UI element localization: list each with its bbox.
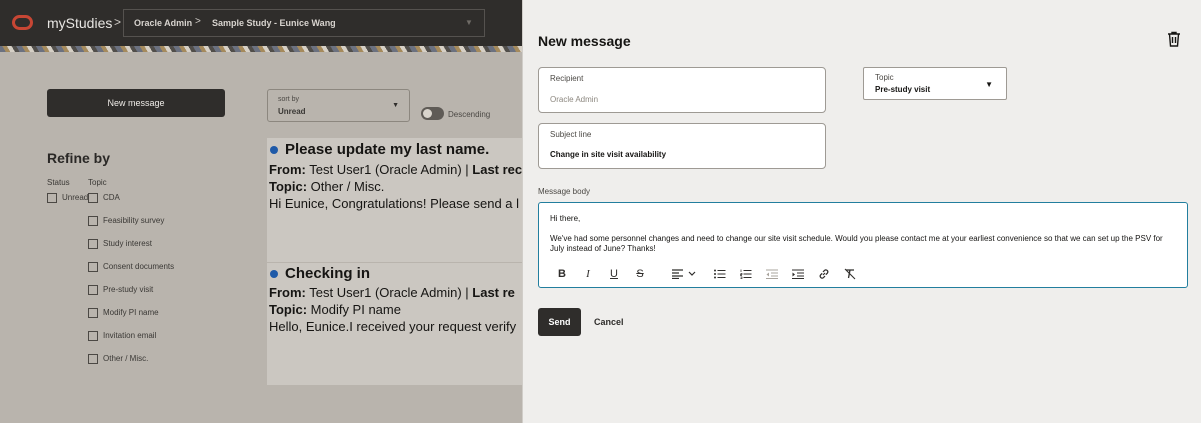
drawer-title: New message [538,33,631,49]
topic-option-label: Consent documents [103,262,175,271]
underline-icon[interactable]: U [607,266,621,282]
topic-heading: Topic [88,178,107,187]
message-title: Checking in [285,265,371,282]
topic-checkbox[interactable] [88,308,98,318]
message-preview: Hello, Eunice.I received your request ve… [269,319,517,334]
sort-by-value: Unread [278,107,306,116]
unread-dot-icon [270,270,278,278]
subject-line-field[interactable]: Subject line Change in site visit availa… [538,123,826,169]
status-unread-label: Unread [62,193,89,202]
message-card[interactable]: Checking in From: Test User1 (Oracle Adm… [267,263,522,385]
trash-icon[interactable] [1167,31,1181,47]
refine-by-heading: Refine by [47,150,111,166]
outdent-icon[interactable] [765,266,779,282]
breadcrumb-chevron-icon: > [195,16,201,27]
chevron-down-icon[interactable]: ▼ [465,18,473,27]
recipient-label: Recipient [550,74,584,83]
recipient-value: Oracle Admin [550,95,599,104]
message-from: From: Test User1 (Oracle Admin) | Last r… [269,285,515,300]
chevron-down-icon [688,271,696,276]
align-left-icon [672,269,683,279]
status-heading: Status [47,178,70,187]
sort-by-select[interactable]: sort by Unread ▼ [267,89,410,122]
breadcrumb-item-study[interactable]: Sample Study - Eunice Wang [212,18,336,28]
numbered-list-icon[interactable] [739,266,753,282]
breadcrumb-item-org[interactable]: Oracle Admin [134,18,192,28]
new-message-button[interactable]: New message [47,89,225,117]
formatting-toolbar: B I U S [555,265,857,283]
sort-by-label: sort by [278,96,300,103]
topic-select[interactable]: Topic Pre-study visit ▼ [863,67,1007,100]
app-title[interactable]: myStudies [47,15,112,31]
subject-label: Subject line [550,130,592,139]
send-button[interactable]: Send [538,308,581,336]
topic-checkbox[interactable] [88,193,98,203]
topic-option-label: CDA [103,193,120,202]
topic-option-label: Invitation email [103,331,157,340]
cancel-button[interactable]: Cancel [594,317,624,327]
topic-checkbox[interactable] [88,354,98,364]
breadcrumb-chevron-icon: > [114,15,122,29]
topic-value: Pre-study visit [875,85,931,94]
new-message-drawer: New message Recipient Oracle Admin Topic… [522,0,1201,423]
subject-value: Change in site visit availability [550,150,667,159]
descending-label: Descending [448,110,491,119]
message-preview: Hi Eunice, Congratulations! Please send … [269,196,520,211]
topic-option-label: Other / Misc. [103,354,149,363]
topic-option-label: Pre-study visit [103,285,154,294]
message-body-label: Message body [538,187,591,196]
oracle-logo-icon[interactable] [12,15,33,30]
link-icon[interactable] [817,266,831,282]
bullet-list-icon[interactable] [713,266,727,282]
unread-dot-icon [270,146,278,154]
status-unread-checkbox[interactable] [47,193,57,203]
topic-checkbox[interactable] [88,239,98,249]
message-title: Please update my last name. [285,141,490,158]
topic-option-label: Modify PI name [103,308,159,317]
topic-checkbox[interactable] [88,331,98,341]
recipient-field[interactable]: Recipient Oracle Admin [538,67,826,113]
message-topic: Topic: Other / Misc. [269,179,385,194]
bold-icon[interactable]: B [555,266,569,282]
topic-label: Topic [875,73,894,82]
topic-option-label: Feasibility survey [103,216,165,225]
strikethrough-icon[interactable]: S [633,266,647,282]
chevron-down-icon: ▼ [392,102,399,109]
message-topic: Topic: Modify PI name [269,302,401,317]
clear-formatting-icon[interactable] [843,266,857,282]
topic-option-label: Study interest [103,239,152,248]
topic-checkbox[interactable] [88,262,98,272]
message-body-text: We've had some personnel changes and nee… [550,234,1163,253]
chevron-down-icon: ▼ [985,80,993,89]
message-from: From: Test User1 (Oracle Admin) | Last r… [269,162,522,177]
topic-checkbox[interactable] [88,216,98,226]
descending-toggle[interactable] [421,107,444,120]
indent-icon[interactable] [791,266,805,282]
topic-checkbox[interactable] [88,285,98,295]
italic-icon[interactable]: I [581,266,595,282]
message-body-editor[interactable]: Hi there, We've had some personnel chang… [538,202,1188,288]
message-body-greeting: Hi there, [550,214,581,223]
align-dropdown[interactable] [669,266,699,282]
message-card[interactable]: Please update my last name. From: Test U… [267,138,522,262]
